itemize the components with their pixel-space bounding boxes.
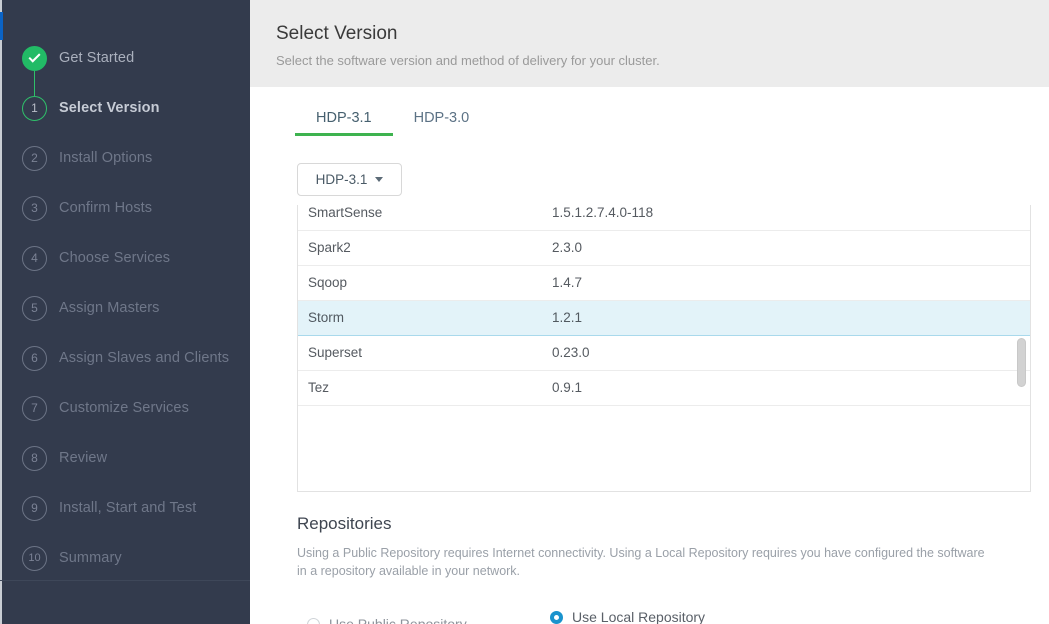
sidebar-step-customize-services[interactable]: 7 Customize Services (0, 383, 250, 433)
caret-down-icon (375, 177, 384, 182)
repositories-section: Repositories Using a Public Repository r… (297, 514, 1031, 624)
sidebar-step-select-version[interactable]: 1 Select Version (0, 83, 250, 133)
service-version-cell: 2.3.0 (542, 230, 1030, 266)
page-header: Select Version Select the software versi… (250, 0, 1049, 87)
service-version-cell: 0.23.0 (542, 335, 1030, 371)
ambari-install-wizard: Get Started 1 Select Version 2 Install Optio… (0, 0, 1049, 624)
stack-version-dropdown-label: HDP-3.1 (315, 172, 368, 187)
table-row[interactable]: Superset 0.23.0 (298, 335, 1030, 371)
step-number-badge: 3 (22, 195, 47, 221)
sidebar-bottom-divider (0, 580, 250, 581)
sidebar-step-review[interactable]: 8 Review (0, 433, 250, 483)
page-title: Select Version (276, 23, 398, 44)
radio-label-local: Use Local Repository (572, 609, 706, 624)
step-number-badge: 2 (22, 145, 47, 171)
step-number-badge: 10 (22, 545, 47, 571)
sidebar-step-label: Assign Masters (59, 300, 160, 316)
stack-version-dropdown[interactable]: HDP-3.1 (297, 163, 402, 196)
services-table-scrollbar-thumb[interactable] (1017, 338, 1026, 387)
services-table-container[interactable]: SmartSense 1.5.1.2.7.4.0-118 Spark2 2.3.0 Sq… (297, 205, 1031, 492)
radio-use-local-repository[interactable]: Use Local Repository (550, 609, 705, 624)
check-glyph (28, 50, 41, 63)
step-number-badge: 5 (22, 295, 47, 321)
wizard-step-list: Get Started 1 Select Version 2 Install Optio… (0, 0, 250, 583)
service-name-cell: Spark2 (298, 230, 542, 266)
table-row[interactable]: Tez 0.9.1 (298, 370, 1030, 406)
tab-hdp-3.0[interactable]: HDP-3.0 (393, 106, 491, 136)
sidebar-step-summary[interactable]: 10 Summary (0, 533, 250, 583)
services-table-scrollbar-track[interactable] (1017, 207, 1028, 490)
service-version-cell: 1.2.1 (542, 299, 1030, 336)
sidebar-step-install-options[interactable]: 2 Install Options (0, 133, 250, 183)
wizard-sidebar: Get Started 1 Select Version 2 Install Optio… (0, 0, 250, 624)
sidebar-step-choose-services[interactable]: 4 Choose Services (0, 233, 250, 283)
repositories-title: Repositories (297, 514, 392, 533)
sidebar-step-get-started[interactable]: Get Started (0, 33, 250, 96)
radio-icon-public[interactable] (307, 617, 320, 624)
service-version-cell: 1.4.7 (542, 265, 1030, 301)
radio-icon-local[interactable] (550, 610, 563, 624)
sidebar-step-label: Install Options (59, 150, 153, 166)
table-row[interactable]: Storm 1.2.1 (298, 299, 1030, 336)
sidebar-step-label: Review (59, 450, 108, 466)
step-number-badge: 7 (22, 395, 47, 421)
service-name-cell: SmartSense (298, 205, 542, 231)
services-table: SmartSense 1.5.1.2.7.4.0-118 Spark2 2.3.0 Sq… (298, 205, 1030, 406)
step-connector-line (34, 71, 35, 96)
sidebar-step-label: Choose Services (59, 250, 171, 266)
check-icon (22, 45, 47, 71)
step-number-badge: 9 (22, 495, 47, 521)
step-number-badge: 4 (22, 245, 47, 271)
service-name-cell: Storm (298, 299, 542, 336)
service-version-cell: 1.5.1.2.7.4.0-118 (542, 205, 1030, 231)
step-number-badge: 6 (22, 345, 47, 371)
table-row[interactable]: Sqoop 1.4.7 (298, 265, 1030, 301)
sidebar-step-label: Customize Services (59, 400, 189, 416)
sidebar-step-assign-slaves-and-clients[interactable]: 6 Assign Slaves and Clients (0, 333, 250, 383)
service-name-cell: Tez (298, 370, 542, 406)
tab-hdp-3.1[interactable]: HDP-3.1 (295, 106, 393, 136)
page-subtitle: Select the software version and method o… (276, 53, 660, 68)
radio-use-public-repository[interactable]: Use Public Repository (307, 616, 467, 624)
sidebar-step-assign-masters[interactable]: 5 Assign Masters (0, 283, 250, 333)
sidebar-step-label: Confirm Hosts (59, 200, 153, 216)
version-tabs: HDP-3.1 HDP-3.0 (295, 106, 490, 136)
sidebar-step-label: Select Version (59, 100, 160, 116)
step-number-badge: 1 (22, 95, 47, 121)
sidebar-step-install-start-and-test[interactable]: 9 Install, Start and Test (0, 483, 250, 533)
repository-options: Use Public Repository Use Local Reposito… (297, 600, 1031, 624)
table-row[interactable]: Spark2 2.3.0 (298, 230, 1030, 266)
service-name-cell: Sqoop (298, 265, 542, 301)
step-number-badge: 8 (22, 445, 47, 471)
service-version-cell: 0.9.1 (542, 370, 1030, 406)
sidebar-step-label: Summary (59, 550, 122, 566)
sidebar-step-label: Assign Slaves and Clients (59, 350, 230, 366)
main-content: Select Version Select the software versi… (250, 0, 1049, 624)
table-row[interactable]: SmartSense 1.5.1.2.7.4.0-118 (298, 205, 1030, 231)
repositories-description: Using a Public Repository requires Inter… (297, 546, 985, 579)
radio-label-public: Use Public Repository (329, 616, 467, 624)
sidebar-step-confirm-hosts[interactable]: 3 Confirm Hosts (0, 183, 250, 233)
content-card: HDP-3.1 HDP-3.0 HDP-3.1 SmartSense 1.5.1.2… (276, 87, 1049, 624)
sidebar-step-label: Get Started (59, 50, 135, 66)
sidebar-step-label: Install, Start and Test (59, 500, 197, 516)
service-name-cell: Superset (298, 335, 542, 371)
